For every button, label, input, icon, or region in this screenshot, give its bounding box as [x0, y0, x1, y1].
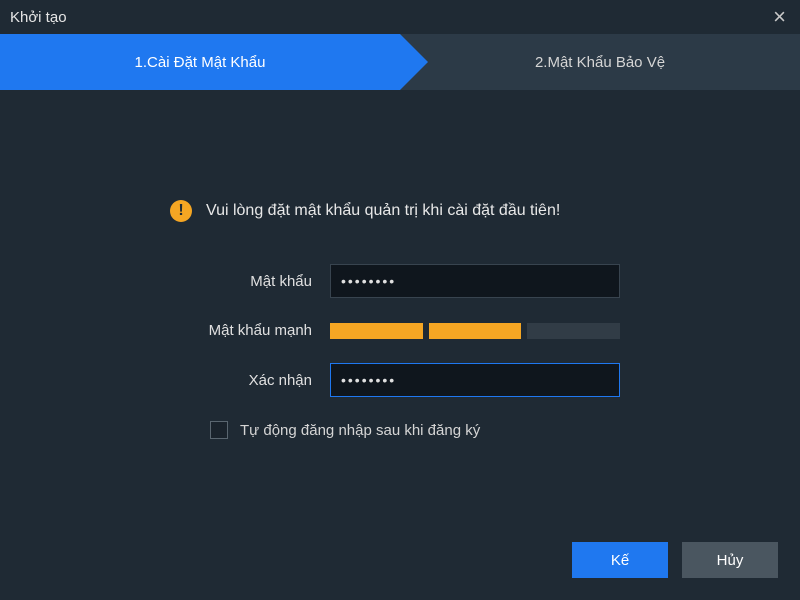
password-label: Mật khẩu: [130, 273, 330, 290]
close-icon[interactable]: ×: [773, 6, 786, 28]
autologin-label: Tự động đăng nhập sau khi đăng ký: [240, 422, 480, 439]
step-protect-password[interactable]: 2.Mật Khẩu Bảo Vệ: [400, 34, 800, 90]
strength-bar: [330, 323, 620, 339]
prompt-text: Vui lòng đặt mật khẩu quản trị khi cài đ…: [206, 202, 560, 220]
strength-segment: [527, 323, 620, 339]
init-dialog: Khởi tạo × 1.Cài Đặt Mật Khẩu 2.Mật Khẩu…: [0, 0, 800, 600]
prompt-row: ! Vui lòng đặt mật khẩu quản trị khi cài…: [70, 200, 730, 222]
strength-label: Mật khẩu mạnh: [130, 322, 330, 339]
strength-segment: [429, 323, 522, 339]
autologin-checkbox[interactable]: [210, 421, 228, 439]
next-button[interactable]: Kế: [572, 542, 668, 578]
content-area: ! Vui lòng đặt mật khẩu quản trị khi cài…: [0, 90, 800, 439]
cancel-button[interactable]: Hủy: [682, 542, 778, 578]
warning-icon: !: [170, 200, 192, 222]
footer: Kế Hủy: [572, 542, 778, 578]
confirm-input[interactable]: [330, 363, 620, 397]
password-row: Mật khẩu: [70, 264, 730, 298]
strength-row: Mật khẩu mạnh: [70, 322, 730, 339]
password-input[interactable]: [330, 264, 620, 298]
step-label: 1.Cài Đặt Mật Khẩu: [135, 54, 266, 71]
step-label: 2.Mật Khẩu Bảo Vệ: [535, 54, 665, 71]
strength-segment: [330, 323, 423, 339]
confirm-label: Xác nhận: [130, 372, 330, 389]
autologin-row: Tự động đăng nhập sau khi đăng ký: [70, 421, 730, 439]
step-set-password[interactable]: 1.Cài Đặt Mật Khẩu: [0, 34, 400, 90]
titlebar: Khởi tạo ×: [0, 0, 800, 34]
confirm-row: Xác nhận: [70, 363, 730, 397]
step-bar: 1.Cài Đặt Mật Khẩu 2.Mật Khẩu Bảo Vệ: [0, 34, 800, 90]
window-title: Khởi tạo: [10, 9, 67, 26]
